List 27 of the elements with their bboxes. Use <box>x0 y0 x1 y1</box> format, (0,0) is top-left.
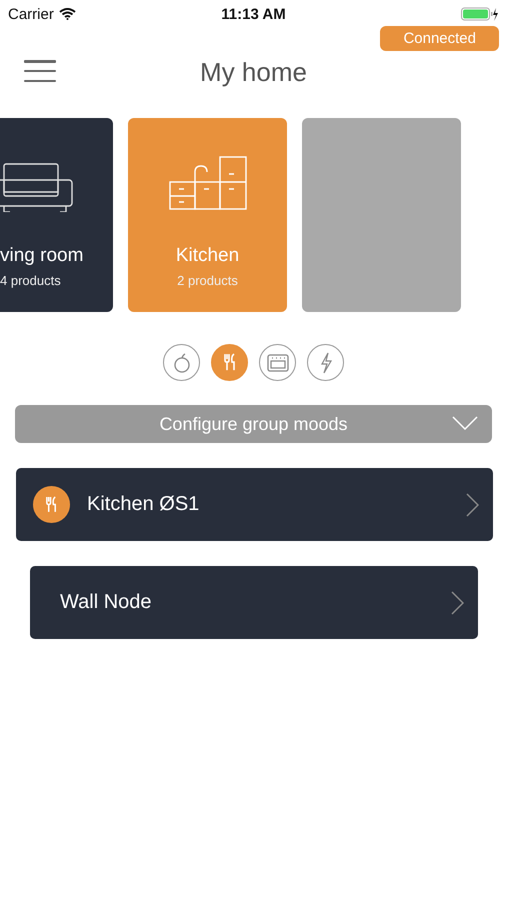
room-name: ving room <box>0 245 84 267</box>
lightning-icon <box>318 352 332 374</box>
clock-time: 11:13 AM <box>221 6 286 22</box>
product-count: 2 products <box>177 273 238 288</box>
battery-icon <box>460 7 499 21</box>
chevron-right-icon <box>451 590 464 614</box>
cutlery-icon <box>45 496 58 513</box>
category-button[interactable] <box>211 344 248 381</box>
chevron-icon <box>452 416 478 430</box>
carrier-name: Carrier <box>8 6 54 22</box>
category-button[interactable] <box>163 344 200 381</box>
wifi-icon <box>58 8 76 20</box>
oven-icon <box>266 354 288 372</box>
device-row[interactable]: Kitchen ØS1 <box>16 468 493 541</box>
product-count: 4 products <box>0 273 61 288</box>
category-button[interactable] <box>259 344 296 381</box>
cutlery-icon <box>222 353 236 372</box>
connection-status: Connected <box>380 26 499 51</box>
menu-button[interactable] <box>24 60 56 82</box>
apple-icon <box>172 352 190 372</box>
room-card[interactable]: ving room 4 products <box>0 118 113 312</box>
kitchen-cabinets-icon <box>168 156 246 210</box>
device-row[interactable]: Wall Node <box>30 566 478 639</box>
chevron-right-icon <box>466 492 479 516</box>
page-title: My home <box>200 56 307 88</box>
room-name: Kitchen <box>176 245 240 267</box>
category-button[interactable] <box>307 344 344 381</box>
